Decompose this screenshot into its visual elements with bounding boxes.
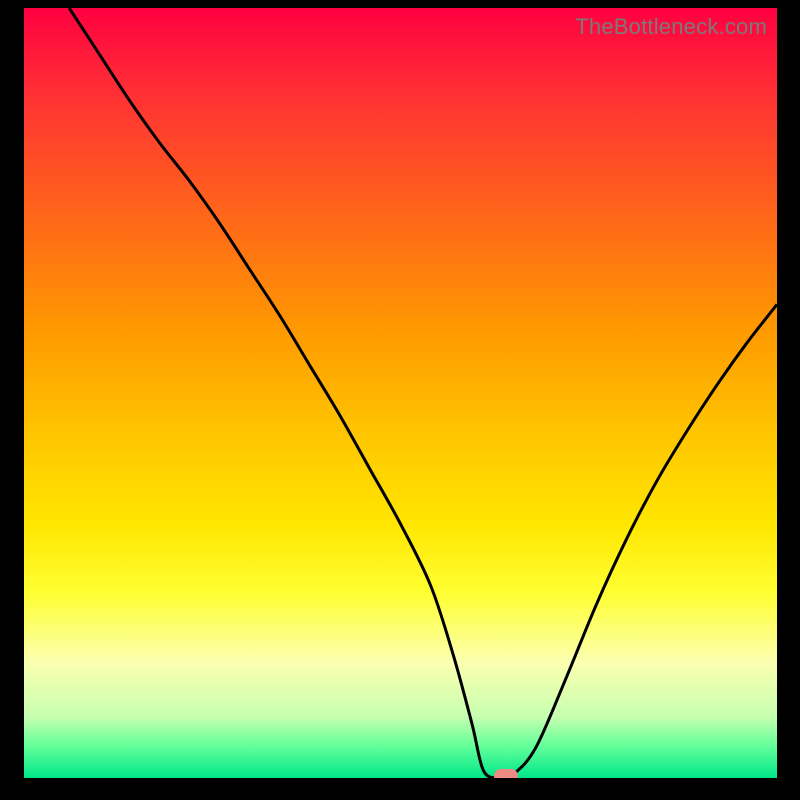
plot-area: TheBottleneck.com	[24, 8, 777, 778]
bottom-black-bar	[0, 778, 800, 800]
bottleneck-curve	[69, 8, 777, 778]
optimum-marker	[494, 769, 518, 778]
chart-frame: TheBottleneck.com	[24, 8, 777, 778]
curve-layer	[24, 8, 777, 778]
